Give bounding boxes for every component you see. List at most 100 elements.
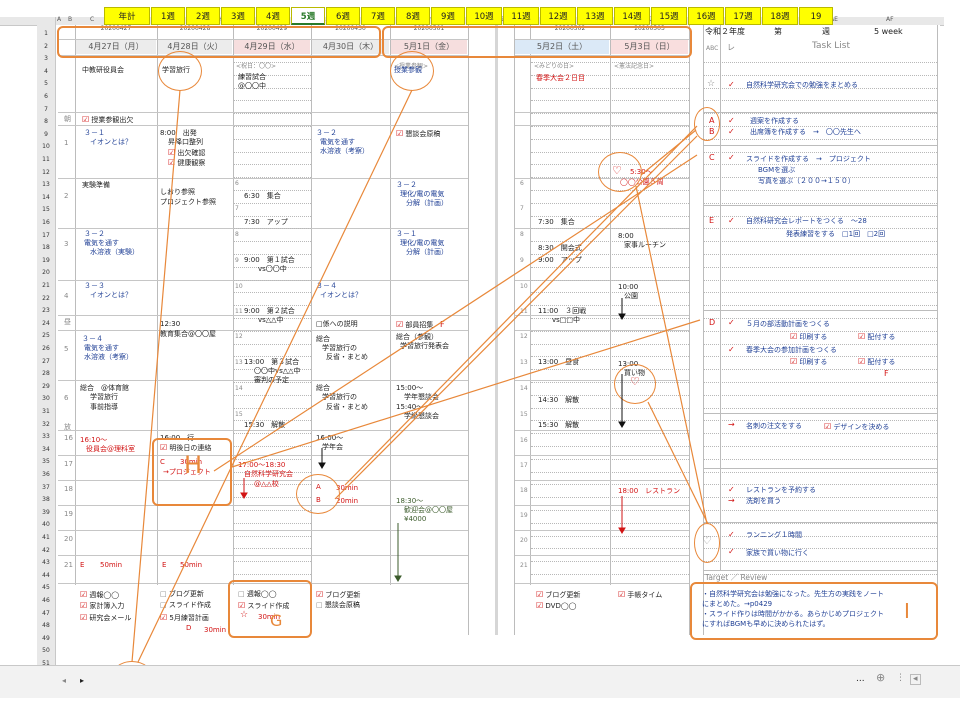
row-number[interactable]: 34 [37,446,55,454]
row-number[interactable]: 20 [37,269,55,277]
row-number[interactable]: 36 [37,471,55,479]
row-number[interactable]: 38 [37,496,55,504]
row-number[interactable]: 16 [37,219,55,227]
sheet-tab[interactable]: 12週 [540,7,576,25]
row-number[interactable]: 1 [37,30,55,38]
row-number[interactable]: 19 [37,257,55,265]
sheet-tab[interactable]: 8週 [396,7,430,25]
row-number[interactable]: 39 [37,509,55,517]
sheet-tab[interactable]: 6週 [326,7,360,25]
row-number[interactable]: 11 [37,156,55,164]
task-6b: 印刷する [799,333,828,341]
sheet-tab[interactable]: 15週 [651,7,687,25]
sheet-tab[interactable]: 19 [799,7,833,25]
row-number[interactable]: 44 [37,572,55,580]
row-number[interactable]: 30 [37,395,55,403]
grid-line-dotted [234,254,311,255]
sheet-tab[interactable]: 17週 [725,7,761,25]
tue-c1: ブログ更新 [168,590,204,598]
row-number[interactable]: 8 [37,118,55,126]
row-number[interactable]: 29 [37,383,55,391]
add-sheet-button[interactable]: ⊕ [876,672,885,683]
row-number[interactable]: 27 [37,358,55,366]
sheet-tab[interactable]: 4週 [256,7,290,25]
check-icon: ☑ [160,613,168,622]
row-number[interactable]: 25 [37,332,55,340]
sat-t1100a: 11:00 ３回戦 [538,307,587,315]
row-number[interactable]: 14 [37,194,55,202]
row-number[interactable]: 18 [37,244,55,252]
check-icon: ☑ [858,332,866,341]
sheet-tab[interactable]: 3週 [221,7,255,25]
sheet-tab[interactable]: 5週 [291,7,325,25]
row-number[interactable]: 47 [37,610,55,618]
row-number[interactable]: 2 [37,43,55,51]
grid-line [704,112,937,113]
row-number[interactable]: 21 [37,282,55,290]
grid-line-dotted [531,458,689,460]
row-number[interactable]: 42 [37,547,55,555]
column-letter[interactable]: B [68,15,72,24]
sheet-tab[interactable]: 16週 [688,7,724,25]
row-number[interactable]: 50 [37,647,55,655]
row-number[interactable]: 33 [37,433,55,441]
row-number[interactable]: 6 [37,93,55,101]
row-number[interactable]: 35 [37,458,55,466]
sheet-tab[interactable]: 11週 [503,7,539,25]
row-number[interactable]: 28 [37,370,55,378]
row-number[interactable]: 3 [37,55,55,63]
grid-line-dotted [234,407,311,409]
row-number[interactable]: 46 [37,597,55,605]
arrow-right-icon: → [728,496,735,505]
scroll-right-icon[interactable]: ▸ [80,676,84,685]
row-number[interactable]: 17 [37,232,55,240]
task-7a: 春季大会の参加計画をつくる [746,346,837,354]
grid-line [515,455,689,456]
row-number[interactable]: 7 [37,106,55,114]
row-number[interactable]: 9 [37,131,55,139]
grid-line-dotted [704,100,937,102]
row-number[interactable]: 31 [37,408,55,416]
sheet-tab[interactable]: 14週 [614,7,650,25]
sheet-tab[interactable]: 9週 [431,7,465,25]
fri-p6b: 学年懇談会 [404,393,439,401]
grid-line-dotted [531,484,689,486]
tue-p5b: 教育集合@〇〇屋 [160,330,216,338]
row-number[interactable]: 5 [37,80,55,88]
row-number[interactable]: 4 [37,68,55,76]
sheet-tab[interactable]: 1週 [151,7,185,25]
row-number[interactable]: 40 [37,521,55,529]
scroll-left-icon[interactable]: ◂ [62,676,66,685]
sheet-tab[interactable]: 18週 [762,7,798,25]
row-number[interactable]: 45 [37,584,55,592]
row-number[interactable]: 15 [37,206,55,214]
column-letter[interactable]: C [90,15,94,24]
row-number[interactable]: 37 [37,484,55,492]
row-number[interactable]: 26 [37,345,55,353]
sheet-tab[interactable]: 7週 [361,7,395,25]
more-tabs-button[interactable]: ... [856,675,865,684]
sheet-tab[interactable]: 13週 [577,7,613,25]
row-number[interactable]: 41 [37,534,55,542]
row-number[interactable]: 48 [37,622,55,630]
row-number[interactable]: 12 [37,169,55,177]
hour-label: 9 [520,257,524,264]
row-number[interactable]: 24 [37,320,55,328]
check-icon: ☑ [80,613,88,622]
row-number[interactable]: 13 [37,181,55,189]
grid-line-dotted [234,113,311,115]
grid-line-dotted [704,164,937,166]
row-number[interactable]: 43 [37,559,55,567]
grid-line-dotted [704,62,937,63]
column-letter[interactable]: A [57,15,61,24]
sheet-tab[interactable]: 10週 [466,7,502,25]
row-number[interactable]: 22 [37,295,55,303]
sheet-tab[interactable]: 年計 [104,7,150,25]
row-number[interactable]: 49 [37,635,55,643]
row-number[interactable]: 10 [37,143,55,151]
row-number[interactable]: 32 [37,421,55,429]
sheet-tab[interactable]: 2週 [186,7,220,25]
column-letter[interactable]: AF [886,15,894,24]
scroll-sheets-left-icon[interactable]: ◂ [910,674,921,685]
row-number[interactable]: 23 [37,307,55,315]
